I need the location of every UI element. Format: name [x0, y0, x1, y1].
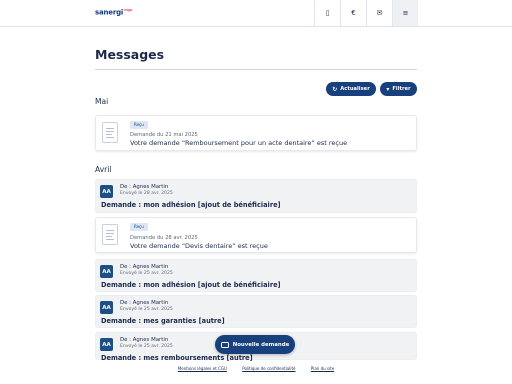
document-icon [102, 122, 118, 143]
document-icon [102, 224, 118, 245]
new-request-button[interactable]: Nouvelle demande [215, 335, 295, 354]
logo[interactable]: sanergimgp [95, 8, 132, 16]
section-label-may: Mai [95, 97, 109, 106]
message-subject: Demande : mes remboursements [autre] [101, 354, 253, 362]
filter-button[interactable]: ▾ Filtrer [380, 82, 417, 96]
euro-icon[interactable]: € [340, 0, 366, 26]
avatar: AA [100, 338, 113, 351]
message-card[interactable]: AA De : Agnes Martin Envoyé le 25 avr. 2… [95, 259, 417, 292]
request-date: Demande du 21 mai 2025 [130, 132, 198, 138]
message-card[interactable]: AA De : Agnes Martin Envoyé le 28 avr. 2… [95, 179, 417, 213]
status-badge: Reçu [130, 223, 148, 231]
status-badge: Reçu [130, 121, 148, 129]
document-card[interactable]: Reçu Demande du 21 mai 2025 Votre demand… [95, 115, 417, 151]
footer: Mentions légales et CGU Politique de con… [0, 366, 512, 371]
footer-link-sitemap[interactable]: Plan du site [311, 366, 334, 371]
chat-icon [220, 341, 229, 348]
title-divider [95, 69, 417, 70]
document-card[interactable]: Reçu Demande du 28 avr. 2025 Votre deman… [95, 217, 417, 253]
top-bar: sanergimgp ▯ € ✉ ≡ [0, 0, 512, 27]
filter-icon: ▾ [386, 85, 390, 93]
avatar: AA [100, 185, 113, 198]
request-date: Demande du 28 avr. 2025 [130, 235, 198, 241]
footer-link-legal[interactable]: Mentions légales et CGU [178, 366, 227, 371]
section-label-april: Avril [95, 165, 112, 174]
document-subject: Votre demande “Devis dentaire” est reçue [130, 242, 268, 250]
refresh-icon: ↻ [332, 85, 338, 93]
footer-link-privacy[interactable]: Politique de confidentialité [242, 366, 295, 371]
message-date: Envoyé le 25 avr. 2025 [120, 344, 173, 349]
card-icon[interactable]: ▯ [314, 0, 340, 26]
menu-icon[interactable]: ≡ [392, 0, 418, 26]
avatar: AA [100, 265, 113, 278]
document-subject: Votre demande “Remboursement pour un act… [130, 139, 348, 147]
message-date: Envoyé le 25 avr. 2025 [120, 307, 173, 312]
message-sender: De : Agnes Martin [120, 337, 169, 343]
message-sender: De : Agnes Martin [120, 300, 169, 306]
mail-icon[interactable]: ✉ [366, 0, 392, 26]
refresh-button[interactable]: ↻ Actualiser [326, 82, 376, 96]
message-subject: Demande : mon adhésion [ajout de bénéfic… [101, 201, 281, 209]
message-card[interactable]: AA De : Agnes Martin Envoyé le 25 avr. 2… [95, 295, 417, 328]
page-title: Messages [95, 47, 165, 62]
message-sender: De : Agnes Martin [120, 264, 169, 270]
avatar: AA [100, 301, 113, 314]
message-date: Envoyé le 28 avr. 2025 [120, 191, 173, 196]
message-subject: Demande : mon adhésion [ajout de bénéfic… [101, 281, 281, 289]
message-date: Envoyé le 25 avr. 2025 [120, 271, 173, 276]
message-sender: De : Agnes Martin [120, 184, 169, 190]
message-subject: Demande : mes garanties [autre] [101, 317, 225, 325]
